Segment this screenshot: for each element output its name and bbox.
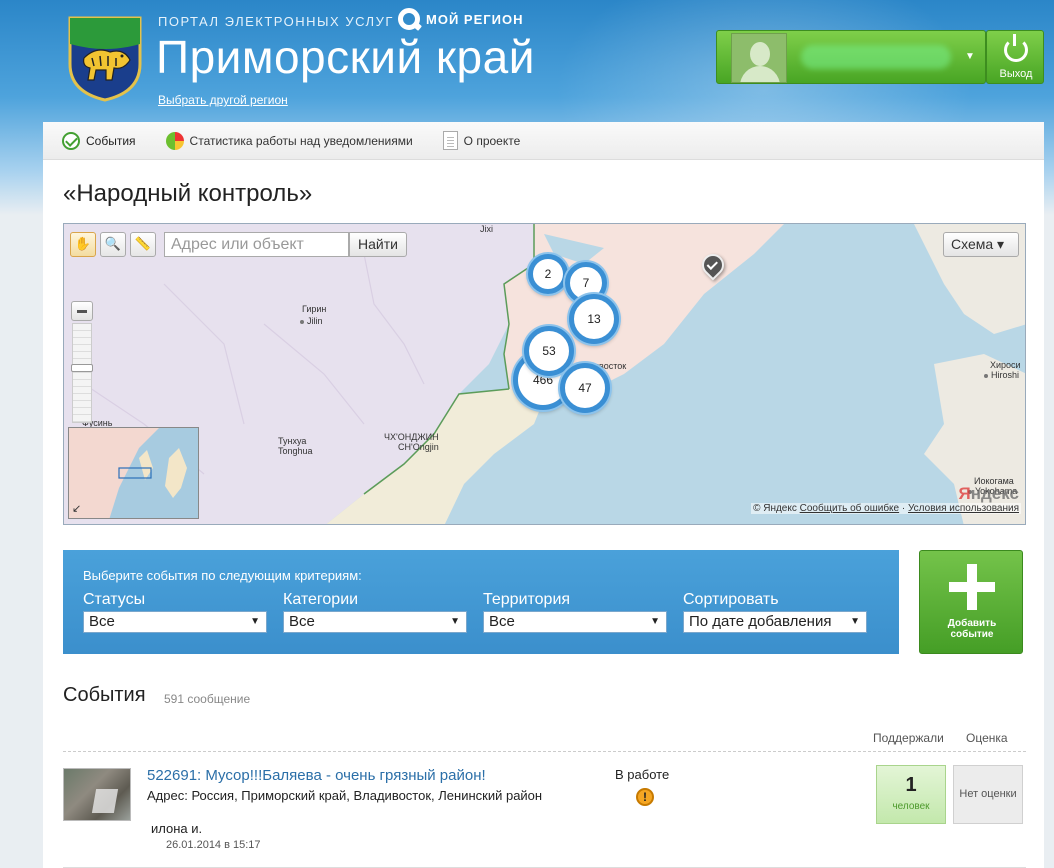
plus-icon	[949, 564, 995, 610]
main-nav: События Статистика работы над уведомлени…	[43, 122, 1044, 160]
nav-item-about[interactable]: О проекте	[442, 131, 521, 150]
filters-panel: Выберите события по следующим критериям:…	[63, 550, 899, 654]
filter-label: Сортировать	[683, 591, 779, 608]
terms-link[interactable]: Условия использования	[908, 503, 1019, 514]
power-icon	[1004, 34, 1028, 62]
map-type-select[interactable]: Схема ▾	[943, 232, 1019, 257]
city-label: Hiroshi	[984, 370, 1019, 380]
filter-row: Статусы Все ▼ Категории Все ▼ Территория В…	[83, 591, 879, 633]
city-label: Tonghua	[278, 446, 313, 456]
chevron-down-icon: ▼	[250, 616, 260, 627]
zoom-handle[interactable]	[71, 364, 93, 372]
chevron-down-icon: ▼	[850, 616, 860, 627]
filters-caption: Выберите события по следующим критериям:	[83, 568, 362, 583]
nav-item-statistics[interactable]: Статистика работы над уведомлениями	[165, 131, 413, 150]
brand-ring-icon	[398, 8, 420, 30]
map-cluster[interactable]: 2	[528, 254, 568, 294]
event-row: 522691: Мусор!!!Баляева - очень грязный …	[63, 762, 1026, 868]
copyright-text: © Яндекс	[753, 503, 797, 514]
event-title-link[interactable]: 522691: Мусор!!!Баляева - очень грязный …	[147, 767, 486, 784]
zoom-control	[71, 301, 93, 429]
page-title: «Народный контроль»	[63, 180, 313, 207]
chevron-down-icon: ▼	[650, 616, 660, 627]
map-toolbar: ✋ 🔍 📏	[70, 232, 156, 257]
city-label: Jixi	[480, 224, 493, 234]
filter-categories: Категории Все ▼	[283, 591, 467, 633]
rating-box[interactable]: Нет оценки	[953, 765, 1023, 824]
map-cluster[interactable]: 13	[569, 294, 619, 344]
filter-label: Статусы	[83, 591, 146, 608]
nav-item-label: Статистика работы над уведомлениями	[189, 133, 413, 148]
support-count: 1	[905, 774, 917, 796]
chevron-down-icon: ▼	[450, 616, 460, 627]
sort-select[interactable]: По дате добавления ▼	[683, 611, 867, 633]
filter-sort: Сортировать По дате добавления ▼	[683, 591, 867, 633]
chevron-down-icon[interactable]: ▼	[965, 51, 975, 62]
event-status: В работе	[615, 767, 670, 782]
warning-icon: !	[636, 788, 654, 806]
report-error-link[interactable]: Сообщить об ошибке	[800, 503, 899, 514]
event-thumbnail[interactable]	[63, 768, 131, 821]
city-label: CH'Ongjin	[398, 442, 439, 452]
collapse-arrow-icon[interactable]: ↙	[72, 502, 81, 515]
events-title: События	[63, 684, 146, 706]
territory-select[interactable]: Все ▼	[483, 611, 667, 633]
brand-logo[interactable]: МОЙ РЕГИОН	[398, 8, 523, 30]
yandex-logo: Яндекс	[958, 484, 1019, 503]
nav-item-label: События	[86, 133, 136, 148]
check-circle-icon	[62, 131, 80, 150]
add-event-label: Добавить событие	[947, 618, 997, 640]
ruler-icon[interactable]: 📏	[130, 232, 156, 257]
column-header-rating: Оценка	[966, 731, 1008, 745]
portal-label: ПОРТАЛ ЭЛЕКТРОННЫХ УСЛУГ	[158, 14, 394, 29]
statuses-select[interactable]: Все ▼	[83, 611, 267, 633]
city-label: Jilin	[300, 316, 323, 326]
events-map[interactable]: Jixi Гирин Jilin Тунхуа Tonghua ЧХ'ОНДЖИ…	[63, 223, 1026, 525]
pie-chart-icon	[165, 131, 184, 150]
region-title: Приморский край	[156, 31, 535, 83]
event-date: 26.01.2014 в 15:17	[166, 839, 261, 851]
zoom-out-button[interactable]	[71, 301, 93, 321]
user-menu[interactable]: ▼	[716, 30, 986, 84]
minimap-terrain	[69, 428, 187, 518]
user-name-blurred	[801, 45, 951, 69]
document-icon	[442, 131, 458, 150]
coat-of-arms-icon	[68, 16, 142, 102]
column-header-supported: Поддержали	[873, 731, 944, 745]
map-copyright: © Яндекс Сообщить об ошибке · Условия ис…	[751, 503, 1021, 514]
map-search-button[interactable]: Найти	[349, 232, 407, 257]
filter-territory: Территория Все ▼	[483, 591, 667, 633]
map-cluster[interactable]: 53	[524, 326, 574, 376]
filter-label: Категории	[283, 591, 359, 608]
city-label: Хироси	[990, 360, 1021, 370]
divider	[63, 751, 1026, 752]
city-label: Тунхуа	[278, 436, 307, 446]
city-label: Гирин	[302, 304, 327, 314]
categories-select[interactable]: Все ▼	[283, 611, 467, 633]
hand-icon[interactable]: ✋	[70, 232, 96, 257]
avatar	[731, 33, 787, 83]
change-region-link[interactable]: Выбрать другой регион	[158, 93, 288, 107]
city-label: ЧХ'ОНДЖИН	[384, 432, 439, 442]
logout-button[interactable]: Выход	[986, 30, 1044, 84]
nav-item-label: О проекте	[463, 133, 521, 148]
event-address: Адрес: Россия, Приморский край, Владивос…	[147, 788, 543, 803]
map-search-input[interactable]	[164, 232, 349, 257]
zoom-slider[interactable]	[71, 323, 93, 423]
add-event-button[interactable]: Добавить событие	[919, 550, 1023, 654]
nav-item-events[interactable]: События	[62, 131, 136, 150]
filter-statuses: Статусы Все ▼	[83, 591, 267, 633]
support-button[interactable]: 1 человек	[876, 765, 946, 824]
event-author: илона и.	[151, 821, 203, 836]
events-count: 591 сообщение	[164, 692, 251, 706]
support-unit: человек	[892, 801, 930, 812]
main-panel: События Статистика работы над уведомлени…	[43, 122, 1044, 868]
map-cluster[interactable]: 47	[560, 363, 610, 413]
brand-name: МОЙ РЕГИОН	[426, 11, 524, 27]
filter-label: Территория	[483, 591, 571, 608]
logout-label: Выход	[999, 68, 1033, 80]
zoom-area-icon[interactable]: 🔍	[100, 232, 126, 257]
overview-minimap[interactable]: ↙	[68, 427, 199, 519]
